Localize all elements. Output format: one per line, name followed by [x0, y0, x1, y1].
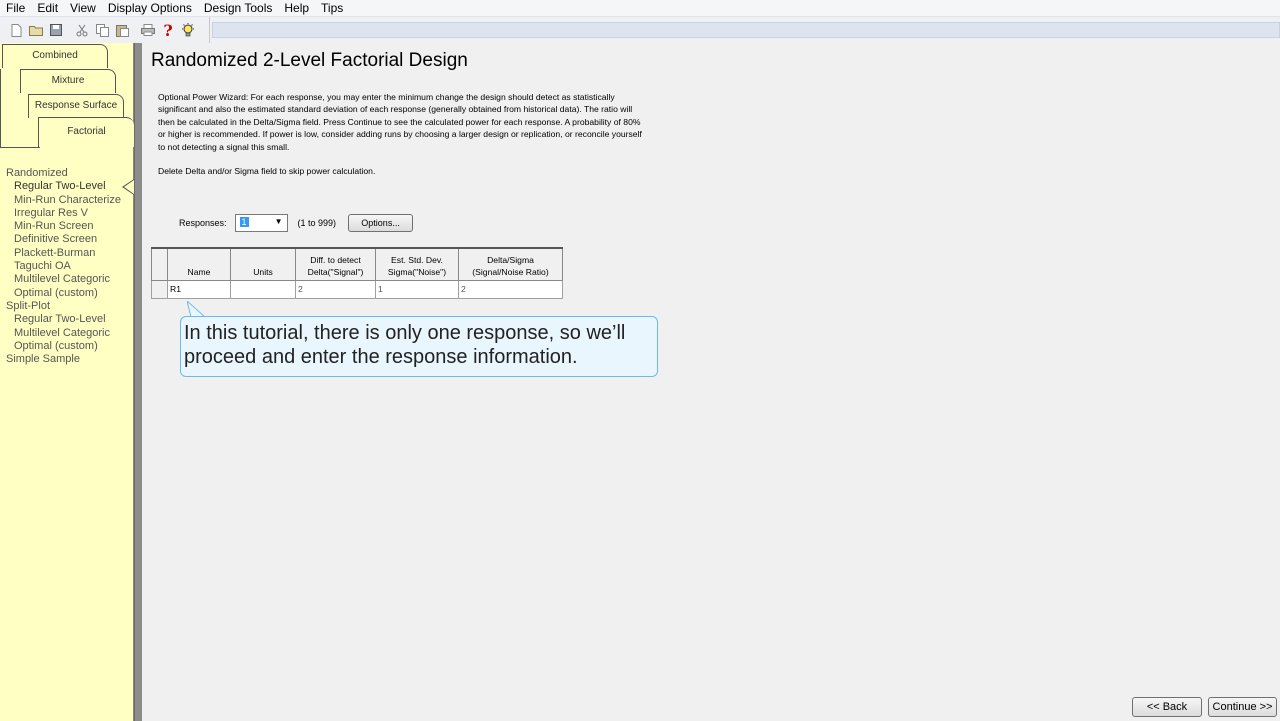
open-folder-icon[interactable]	[26, 21, 46, 39]
menu-display-options[interactable]: Display Options	[102, 1, 198, 15]
menu-file[interactable]: File	[0, 1, 31, 15]
toolbar-buttons: ?	[0, 17, 210, 43]
col-header-units: Units	[230, 247, 296, 281]
paste-icon[interactable]	[112, 21, 132, 39]
continue-button[interactable]: Continue >>	[1208, 697, 1277, 717]
tutorial-callout: In this tutorial, there is only one resp…	[180, 316, 658, 377]
nav-item-min-run-characterize[interactable]: Min-Run Characterize	[6, 194, 121, 207]
chevron-down-icon[interactable]: ▼	[275, 217, 283, 226]
responses-range: (1 to 999)	[297, 218, 337, 228]
nav-item-definitive-screen[interactable]: Definitive Screen	[6, 233, 121, 246]
design-tree: Randomized Regular Two-Level Min-Run Cha…	[6, 167, 121, 366]
power-skip-note: Delete Delta and/or Sigma field to skip …	[158, 166, 376, 176]
nav-group-randomized[interactable]: Randomized	[6, 167, 121, 180]
col-header-name: Name	[167, 247, 231, 281]
tab-response-surface[interactable]: Response Surface	[28, 94, 124, 118]
row-header[interactable]	[151, 279, 168, 299]
design-type-nav: Combined Mixture Response Surface Factor…	[0, 43, 134, 721]
help-icon[interactable]: ?	[158, 21, 178, 40]
nav-item-split-optimal-custom[interactable]: Optimal (custom)	[6, 340, 121, 353]
cell-units[interactable]	[230, 279, 296, 299]
tab-divider-vertical	[0, 69, 1, 147]
nav-item-min-run-screen[interactable]: Min-Run Screen	[6, 220, 121, 233]
table-row: R1 2 1 2	[151, 279, 563, 299]
nav-group-split-plot[interactable]: Split-Plot	[6, 300, 121, 313]
cell-name[interactable]: R1	[167, 279, 231, 299]
options-button[interactable]: Options...	[348, 214, 414, 232]
menu-edit[interactable]: Edit	[31, 1, 64, 15]
tips-bulb-icon[interactable]	[178, 21, 198, 39]
power-wizard-description: Optional Power Wizard: For each response…	[158, 92, 642, 152]
print-icon[interactable]	[138, 21, 158, 39]
menu-bar: File Edit View Display Options Design To…	[0, 0, 1280, 17]
back-button[interactable]: << Back	[1132, 697, 1202, 717]
row-header-corner	[151, 247, 168, 281]
tab-mixture[interactable]: Mixture	[20, 69, 116, 93]
callout-tail	[187, 301, 205, 317]
menu-view[interactable]: View	[64, 1, 102, 15]
tab-combined[interactable]: Combined	[2, 44, 108, 68]
cell-delta[interactable]: 2	[295, 279, 376, 299]
responses-select[interactable]: 1 ▼	[234, 214, 288, 232]
nav-item-irregular-res-v[interactable]: Irregular Res V	[6, 207, 121, 220]
page-title: Randomized 2-Level Factorial Design	[151, 50, 468, 71]
toolbar: ?	[0, 17, 1280, 43]
main-panel: Randomized 2-Level Factorial Design Opti…	[143, 43, 1280, 721]
cut-icon[interactable]	[72, 21, 92, 39]
responses-label: Responses:	[179, 218, 227, 228]
menu-tips[interactable]: Tips	[315, 1, 349, 15]
cell-sigma[interactable]: 1	[375, 279, 459, 299]
nav-item-optimal-custom[interactable]: Optimal (custom)	[6, 287, 121, 300]
new-file-icon[interactable]	[6, 21, 26, 39]
nav-splitter[interactable]	[134, 43, 142, 721]
cell-ratio: 2	[458, 279, 563, 299]
menu-help[interactable]: Help	[278, 1, 315, 15]
toolbar-strip	[212, 22, 1280, 38]
nav-item-split-regular-two-level[interactable]: Regular Two-Level	[6, 313, 121, 326]
nav-item-taguchi-oa[interactable]: Taguchi OA	[6, 260, 121, 273]
menu-design-tools[interactable]: Design Tools	[198, 1, 278, 15]
responses-value: 1	[239, 217, 249, 227]
col-header-delta: Diff. to detect Delta("Signal")	[295, 247, 376, 281]
nav-item-split-multilevel-categoric[interactable]: Multilevel Categoric	[6, 327, 121, 340]
responses-row: Responses: 1 ▼ (1 to 999) Options...	[179, 214, 414, 232]
nav-item-multilevel-categoric[interactable]: Multilevel Categoric	[6, 273, 121, 286]
selected-item-pointer-icon	[122, 179, 134, 195]
nav-item-regular-two-level[interactable]: Regular Two-Level	[6, 180, 121, 193]
copy-icon[interactable]	[92, 21, 112, 39]
response-table: Name Units Diff. to detect Delta("Signal"…	[151, 247, 563, 299]
nav-group-simple-sample[interactable]: Simple Sample	[6, 353, 121, 366]
table-header-row: Name Units Diff. to detect Delta("Signal"…	[151, 247, 563, 281]
tab-divider	[0, 147, 40, 148]
col-header-ratio: Delta/Sigma (Signal/Noise Ratio)	[458, 247, 563, 281]
col-header-sigma: Est. Std. Dev. Sigma("Noise")	[375, 247, 459, 281]
tab-factorial[interactable]: Factorial	[38, 117, 134, 147]
nav-item-plackett-burman[interactable]: Plackett-Burman	[6, 247, 121, 260]
save-icon[interactable]	[46, 21, 66, 39]
